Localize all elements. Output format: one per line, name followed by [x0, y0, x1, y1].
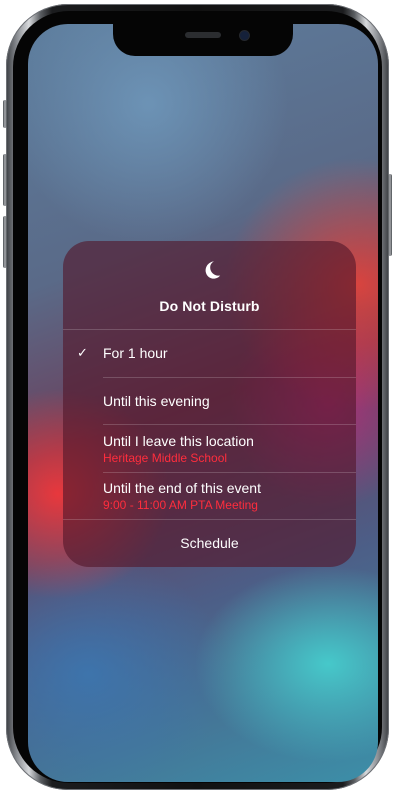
side-button: [388, 174, 392, 256]
schedule-button[interactable]: Schedule: [63, 535, 356, 551]
option-for-1-hour[interactable]: ✓ For 1 hour: [63, 330, 356, 377]
silent-switch: [3, 100, 7, 128]
do-not-disturb-panel: Do Not Disturb ✓ For 1 hour Until this e…: [63, 241, 356, 567]
front-camera-icon: [240, 31, 249, 40]
volume-down-button: [3, 216, 7, 268]
panel-title: Do Not Disturb: [159, 298, 260, 314]
location-sublabel: Heritage Middle School: [103, 451, 228, 465]
option-until-leave-location[interactable]: Until I leave this location Heritage Mid…: [63, 425, 356, 472]
option-label: Until I leave this location: [103, 433, 254, 449]
volume-up-button: [3, 154, 7, 206]
option-label: Until this evening: [103, 393, 210, 409]
option-until-end-of-event[interactable]: Until the end of this event 9:00 - 11:00…: [63, 473, 356, 519]
notch: [113, 24, 293, 56]
separator: [63, 519, 356, 520]
lock-screen: Do Not Disturb ✓ For 1 hour Until this e…: [28, 24, 378, 782]
checkmark-icon: ✓: [77, 345, 88, 360]
option-until-this-evening[interactable]: Until this evening: [63, 378, 356, 424]
phone-frame: Do Not Disturb ✓ For 1 hour Until this e…: [3, 4, 392, 790]
option-label: Until the end of this event: [103, 480, 261, 496]
moon-icon: [205, 261, 221, 279]
option-label: For 1 hour: [103, 345, 168, 361]
speaker-grille: [185, 32, 221, 38]
event-sublabel: 9:00 - 11:00 AM PTA Meeting: [103, 498, 258, 512]
do-not-disturb-header[interactable]: Do Not Disturb: [63, 241, 356, 329]
